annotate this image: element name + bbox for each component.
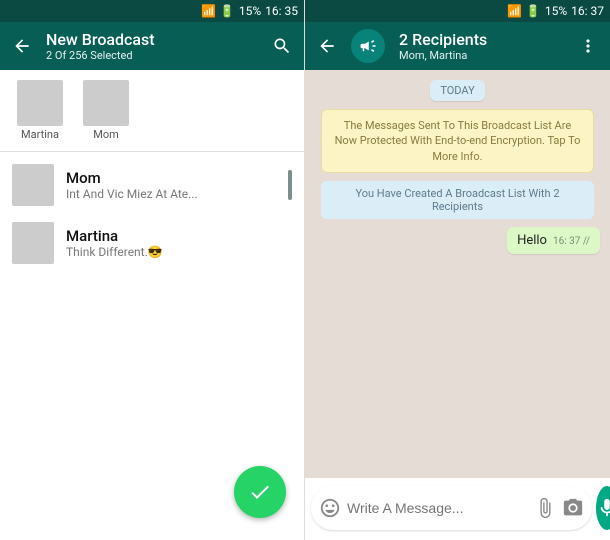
selected-name: Mom: [78, 128, 134, 141]
message-input[interactable]: [347, 500, 528, 516]
statusbar: 📶 🔋 15% 16: 35: [0, 0, 304, 22]
selected-name: Martina: [12, 128, 68, 141]
message-time: 16: 37 //: [553, 236, 590, 247]
contact-status: Int And Vic Miez At Ate...: [66, 187, 276, 201]
clock: 16: 37: [571, 4, 604, 18]
selected-chip[interactable]: Mom: [78, 80, 134, 141]
header-subtitle: 2 Of 256 Selected: [46, 49, 258, 62]
contact-info: Martina Think Different.😎: [66, 227, 292, 259]
avatar: [83, 80, 129, 126]
back-button[interactable]: [317, 36, 337, 56]
header-title-block[interactable]: 2 Recipients Mom, Martina: [399, 30, 564, 62]
scroll-indicator: [288, 170, 292, 200]
divider: [0, 151, 304, 152]
back-button[interactable]: [12, 36, 32, 56]
mic-button[interactable]: [596, 486, 610, 530]
selected-chip[interactable]: Martina: [12, 80, 68, 141]
statusbar: 📶 🔋 15% 16: 37: [305, 0, 610, 22]
message-text: Hello: [517, 233, 547, 248]
contact-name: Mom: [66, 169, 276, 187]
avatar: [12, 164, 54, 206]
broadcast-created-notice: You Have Created A Broadcast List With 2…: [321, 181, 593, 219]
contact-row[interactable]: Martina Think Different.😎: [0, 214, 304, 272]
header-subtitle: Mom, Martina: [399, 49, 564, 62]
camera-icon[interactable]: [562, 497, 584, 519]
new-broadcast-screen: 📶 🔋 15% 16: 35 New Broadcast 2 Of 256 Se…: [0, 0, 305, 540]
broadcast-avatar[interactable]: [351, 29, 385, 63]
search-button[interactable]: [272, 36, 292, 56]
encryption-notice[interactable]: The Messages Sent To This Broadcast List…: [321, 109, 593, 173]
contact-name: Martina: [66, 227, 292, 245]
header: 2 Recipients Mom, Martina: [305, 22, 610, 70]
date-chip: TODAY: [430, 80, 484, 101]
battery-icon: 🔋: [220, 4, 235, 18]
menu-button[interactable]: [578, 36, 598, 56]
selected-contacts-row: Martina Mom: [0, 70, 304, 147]
battery-icon: 🔋: [526, 4, 541, 18]
header-title-block: New Broadcast 2 Of 256 Selected: [46, 30, 258, 62]
avatar: [12, 222, 54, 264]
header-title: New Broadcast: [46, 30, 258, 49]
wifi-icon: 📶: [201, 4, 216, 18]
wifi-icon: 📶: [507, 4, 522, 18]
chat-area: TODAY The Messages Sent To This Broadcas…: [305, 70, 610, 478]
header-title: 2 Recipients: [399, 30, 564, 49]
avatar: [17, 80, 63, 126]
header: New Broadcast 2 Of 256 Selected: [0, 22, 304, 70]
composer: [311, 486, 604, 530]
contact-status: Think Different.😎: [66, 245, 292, 259]
contact-info: Mom Int And Vic Miez At Ate...: [66, 169, 276, 201]
battery-percent: 15%: [239, 4, 261, 18]
battery-percent: 15%: [545, 4, 567, 18]
contact-row[interactable]: Mom Int And Vic Miez At Ate...: [0, 156, 304, 214]
outgoing-message[interactable]: Hello 16: 37 //: [507, 227, 600, 254]
emoji-icon[interactable]: [319, 497, 341, 519]
clock: 16: 35: [265, 4, 298, 18]
broadcast-chat-screen: 📶 🔋 15% 16: 37 2 Recipients Mom, Martina…: [305, 0, 610, 540]
composer-input-wrap: [311, 486, 592, 530]
confirm-fab[interactable]: [234, 466, 286, 518]
attach-icon[interactable]: [534, 497, 556, 519]
